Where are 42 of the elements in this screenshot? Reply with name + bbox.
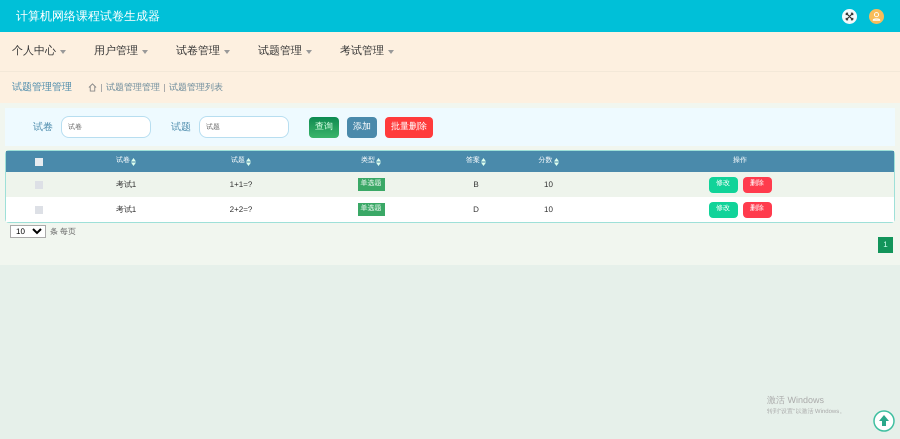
row-checkbox[interactable] <box>34 206 42 214</box>
table-cell: 2+2=? <box>230 204 252 216</box>
table-cell: D <box>473 204 479 216</box>
activation-title: 激活 Windows <box>767 394 826 407</box>
sort-icon <box>376 158 381 166</box>
nav-menu[interactable]: 考试管理 <box>340 43 394 60</box>
app-title: 计算机网络课程试卷生成器 <box>16 8 160 25</box>
table-cell: 考试1 <box>116 178 136 190</box>
page-button[interactable]: 1 <box>878 237 893 253</box>
avatar-icon[interactable] <box>869 8 884 24</box>
caret-icon <box>142 50 148 54</box>
breadcrumb-link[interactable]: 试题管理管理 <box>106 80 160 94</box>
sort-icon <box>131 158 136 166</box>
nav-menu[interactable]: 个人中心 <box>12 43 66 60</box>
page-title: 试题管理管理 <box>12 80 72 95</box>
caret-icon <box>388 50 394 54</box>
breadcrumb-link[interactable]: 试题管理列表 <box>169 80 223 94</box>
table-cell: B <box>473 178 479 190</box>
nav-menu[interactable]: 试题管理 <box>258 43 312 60</box>
caret-icon <box>306 50 312 54</box>
caret-icon <box>60 50 66 54</box>
caret-icon <box>224 50 230 54</box>
nav-menu[interactable]: 试卷管理 <box>176 43 230 60</box>
table-cell: 考试1 <box>116 204 136 216</box>
nav-menu[interactable]: 用户管理 <box>94 43 148 60</box>
search-button[interactable]: 查询 <box>309 116 339 138</box>
field-label: 试题 <box>171 120 191 134</box>
delete-button[interactable]: 批量删除 <box>385 116 433 138</box>
table-cell: 10 <box>544 178 553 190</box>
fullscreen-icon[interactable] <box>842 8 857 24</box>
sort-icon <box>481 158 486 166</box>
page-size-label: 条 每页 <box>50 226 76 238</box>
back-to-top-icon[interactable] <box>873 410 895 432</box>
table-cell: 10 <box>544 204 553 216</box>
page-size-select[interactable]: 10 <box>10 225 46 238</box>
sort-icon <box>554 158 558 166</box>
table-cell: 1+1=? <box>230 178 252 190</box>
field-label: 试卷 <box>33 120 53 134</box>
sort-icon <box>246 158 251 166</box>
home-icon[interactable] <box>88 83 97 92</box>
select-all-checkbox[interactable] <box>34 158 42 166</box>
add-button[interactable]: 添加 <box>347 116 377 138</box>
